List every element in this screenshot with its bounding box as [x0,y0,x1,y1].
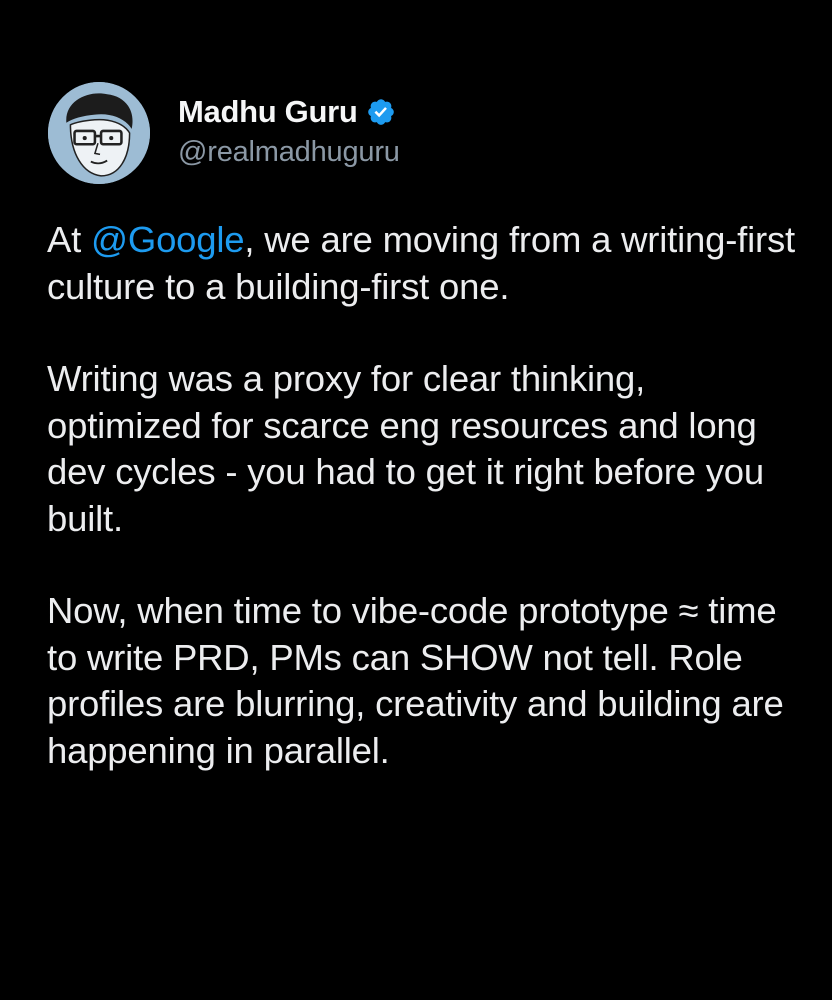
avatar[interactable] [48,82,150,184]
tweet-paragraph-3: Now, when time to vibe-code prototype ≈ … [47,590,784,771]
tweet-card: Madhu Guru @realmadhuguru At @Google, we… [0,0,832,1000]
tweet-paragraph-1: At @Google, we are moving from a writing… [47,217,807,310]
tweet-text: At @Google, we are moving from a writing… [47,217,807,774]
tweet-paragraph-2: Writing was a proxy for clear thinking, … [47,358,764,539]
mention-link-google[interactable]: @Google [91,219,245,260]
author-handle[interactable]: @realmadhuguru [178,136,400,169]
author-block: Madhu Guru @realmadhuguru [178,92,400,169]
paragraph-1-lead: At [47,219,92,260]
author-display-name[interactable]: Madhu Guru [178,94,358,130]
verified-badge-icon [366,97,396,127]
avatar-illustration [48,82,150,184]
author-name-row: Madhu Guru [178,92,400,132]
